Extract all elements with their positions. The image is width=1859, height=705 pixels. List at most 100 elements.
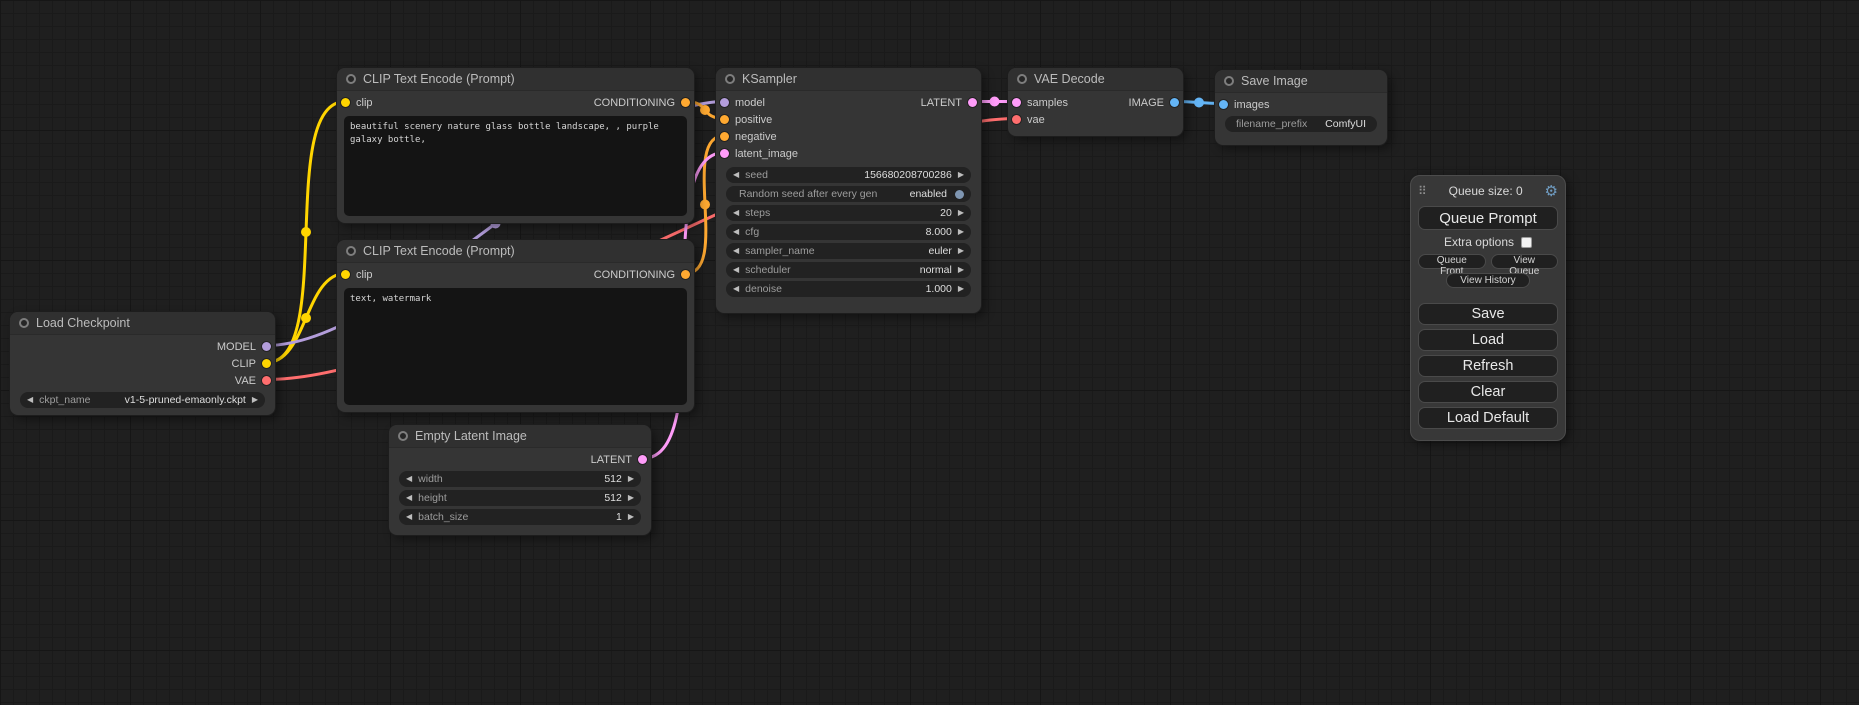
- denoise-widget[interactable]: denoise 1.000: [726, 281, 971, 297]
- steps-widget[interactable]: steps 20: [726, 205, 971, 221]
- increment-arrow-icon[interactable]: [628, 513, 634, 521]
- widget-name: height: [418, 492, 447, 504]
- batch-size-widget[interactable]: batch_size 1: [399, 509, 641, 525]
- clip-output-label: CLIP: [232, 358, 256, 370]
- increment-arrow-icon[interactable]: [628, 475, 634, 483]
- increment-arrow-icon[interactable]: [958, 171, 964, 179]
- decrement-arrow-icon[interactable]: [27, 396, 33, 404]
- widget-value: ComfyUI: [1325, 118, 1366, 130]
- positive-prompt-textarea[interactable]: beautiful scenery nature glass bottle la…: [344, 116, 687, 216]
- refresh-button[interactable]: Refresh: [1418, 355, 1558, 377]
- node-empty-latent-image[interactable]: Empty Latent Image LATENT width 512 heig…: [389, 425, 651, 535]
- collapse-dot-icon[interactable]: [1224, 76, 1234, 86]
- conditioning-output-slot[interactable]: [681, 270, 690, 279]
- view-history-button[interactable]: View History: [1446, 273, 1530, 288]
- collapse-dot-icon[interactable]: [1017, 74, 1027, 84]
- node-load-checkpoint[interactable]: Load Checkpoint MODEL CLIP VAE: [10, 312, 275, 415]
- panel-drag-handle-icon[interactable]: [1418, 182, 1427, 200]
- decrement-arrow-icon[interactable]: [733, 285, 739, 293]
- decrement-arrow-icon[interactable]: [406, 494, 412, 502]
- scheduler-widget[interactable]: scheduler normal: [726, 262, 971, 278]
- collapse-dot-icon[interactable]: [346, 246, 356, 256]
- widget-value: 512: [604, 492, 622, 504]
- conditioning-output-label: CONDITIONING: [594, 97, 675, 109]
- latent-output-slot[interactable]: [968, 98, 977, 107]
- positive-input-slot[interactable]: [720, 115, 729, 124]
- samples-input-slot[interactable]: [1012, 98, 1021, 107]
- collapse-dot-icon[interactable]: [19, 318, 29, 328]
- queue-front-button[interactable]: Queue Front: [1418, 254, 1486, 269]
- latent-output-slot[interactable]: [638, 455, 647, 464]
- node-header[interactable]: CLIP Text Encode (Prompt): [337, 68, 694, 91]
- image-output-slot[interactable]: [1170, 98, 1179, 107]
- seed-widget[interactable]: seed 156680208700286: [726, 167, 971, 183]
- settings-gear-icon[interactable]: [1545, 184, 1558, 199]
- model-input-slot[interactable]: [720, 98, 729, 107]
- node-title: Load Checkpoint: [36, 316, 130, 330]
- node-header[interactable]: KSampler: [716, 68, 981, 91]
- extra-options-checkbox[interactable]: [1521, 237, 1532, 248]
- sampler-name-widget[interactable]: sampler_name euler: [726, 243, 971, 259]
- increment-arrow-icon[interactable]: [958, 228, 964, 236]
- negative-prompt-textarea[interactable]: text, watermark: [344, 288, 687, 405]
- width-widget[interactable]: width 512: [399, 471, 641, 487]
- node-header[interactable]: VAE Decode: [1008, 68, 1183, 91]
- clip-output-slot[interactable]: [262, 359, 271, 368]
- link-midpoint-dot: [301, 227, 311, 237]
- decrement-arrow-icon[interactable]: [733, 209, 739, 217]
- model-output-slot[interactable]: [262, 342, 271, 351]
- node-clip-text-encode-negative[interactable]: CLIP Text Encode (Prompt) clip CONDITION…: [337, 240, 694, 412]
- widget-value: 1: [616, 511, 622, 523]
- collapse-dot-icon[interactable]: [398, 431, 408, 441]
- node-clip-text-encode-positive[interactable]: CLIP Text Encode (Prompt) clip CONDITION…: [337, 68, 694, 223]
- cfg-widget[interactable]: cfg 8.000: [726, 224, 971, 240]
- widget-name: width: [418, 473, 443, 485]
- random-seed-toggle-widget[interactable]: Random seed after every gen enabled: [726, 186, 971, 202]
- collapse-dot-icon[interactable]: [346, 74, 356, 84]
- widget-name: batch_size: [418, 511, 468, 523]
- height-widget[interactable]: height 512: [399, 490, 641, 506]
- clear-button[interactable]: Clear: [1418, 381, 1558, 403]
- collapse-dot-icon[interactable]: [725, 74, 735, 84]
- node-header[interactable]: Empty Latent Image: [389, 425, 651, 448]
- queue-prompt-button[interactable]: Queue Prompt: [1418, 206, 1558, 230]
- decrement-arrow-icon[interactable]: [733, 171, 739, 179]
- ckpt-name-widget[interactable]: ckpt_name v1-5-pruned-emaonly.ckpt: [20, 392, 265, 408]
- latent-image-input-slot[interactable]: [720, 149, 729, 158]
- node-vae-decode[interactable]: VAE Decode samples IMAGE vae: [1008, 68, 1183, 136]
- decrement-arrow-icon[interactable]: [733, 247, 739, 255]
- widget-name: ckpt_name: [39, 394, 90, 406]
- node-graph-canvas[interactable]: Load Checkpoint MODEL CLIP VAE: [0, 0, 1859, 705]
- node-ksampler[interactable]: KSampler model LATENT positive: [716, 68, 981, 313]
- decrement-arrow-icon[interactable]: [733, 228, 739, 236]
- vae-output-slot[interactable]: [262, 376, 271, 385]
- conditioning-output-label: CONDITIONING: [594, 269, 675, 281]
- increment-arrow-icon[interactable]: [958, 247, 964, 255]
- view-queue-button[interactable]: View Queue: [1491, 254, 1559, 269]
- decrement-arrow-icon[interactable]: [406, 475, 412, 483]
- conditioning-output-slot[interactable]: [681, 98, 690, 107]
- vae-input-slot[interactable]: [1012, 115, 1021, 124]
- node-header[interactable]: Save Image: [1215, 70, 1387, 93]
- load-button[interactable]: Load: [1418, 329, 1558, 351]
- toggle-indicator-icon[interactable]: [955, 190, 964, 199]
- clip-input-slot[interactable]: [341, 270, 350, 279]
- decrement-arrow-icon[interactable]: [406, 513, 412, 521]
- vae-input-label: vae: [1027, 114, 1045, 126]
- node-header[interactable]: CLIP Text Encode (Prompt): [337, 240, 694, 263]
- save-button[interactable]: Save: [1418, 303, 1558, 325]
- increment-arrow-icon[interactable]: [958, 266, 964, 274]
- increment-arrow-icon[interactable]: [958, 209, 964, 217]
- increment-arrow-icon[interactable]: [958, 285, 964, 293]
- filename-prefix-widget[interactable]: filename_prefix ComfyUI: [1225, 116, 1377, 132]
- node-save-image[interactable]: Save Image images filename_prefix ComfyU…: [1215, 70, 1387, 145]
- images-input-slot[interactable]: [1219, 100, 1228, 109]
- node-header[interactable]: Load Checkpoint: [10, 312, 275, 335]
- increment-arrow-icon[interactable]: [252, 396, 258, 404]
- negative-input-slot[interactable]: [720, 132, 729, 141]
- clip-input-slot[interactable]: [341, 98, 350, 107]
- decrement-arrow-icon[interactable]: [733, 266, 739, 274]
- load-default-button[interactable]: Load Default: [1418, 407, 1558, 429]
- increment-arrow-icon[interactable]: [628, 494, 634, 502]
- model-input-label: model: [735, 97, 765, 109]
